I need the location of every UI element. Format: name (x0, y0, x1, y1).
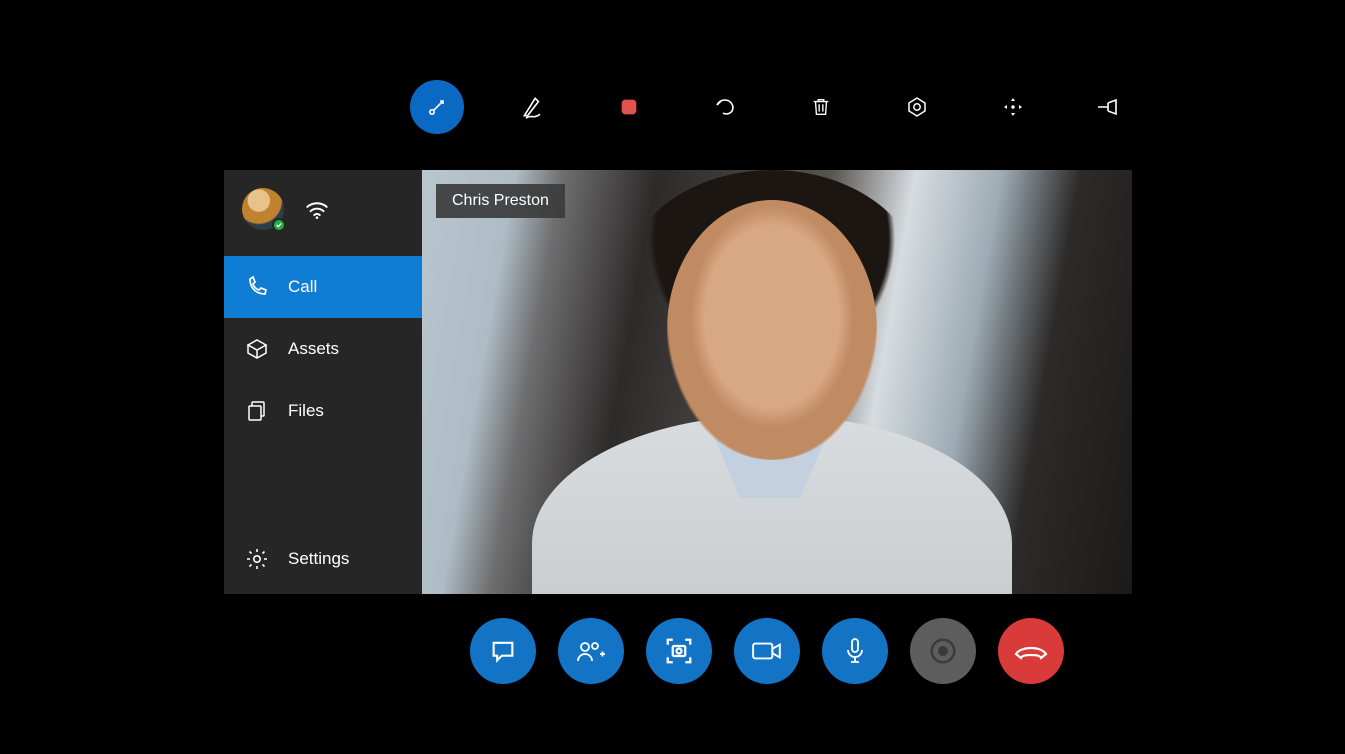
screenshot-button[interactable] (646, 618, 712, 684)
move-icon (1001, 95, 1025, 119)
sidebar-item-settings[interactable]: Settings (224, 528, 422, 590)
sidebar-item-assets[interactable]: Assets (224, 318, 422, 380)
sidebar-item-files[interactable]: Files (224, 380, 422, 442)
participant-name-tag: Chris Preston (436, 184, 565, 218)
pin-tool-button[interactable] (1082, 80, 1136, 134)
chat-button[interactable] (470, 618, 536, 684)
pointer-tool-button[interactable] (410, 80, 464, 134)
lens-tool-button[interactable] (890, 80, 944, 134)
gear-icon (244, 546, 270, 572)
avatar[interactable] (242, 188, 284, 230)
pointer-tool-icon (425, 95, 449, 119)
delete-tool-button[interactable] (794, 80, 848, 134)
sidebar-item-label: Call (288, 277, 317, 297)
remote-video-placeholder (422, 170, 1132, 594)
sidebar-header (224, 170, 422, 256)
annotation-toolbar (410, 80, 1136, 134)
wifi-icon (304, 198, 330, 220)
sidebar-item-label: Assets (288, 339, 339, 359)
video-feed: Chris Preston (422, 170, 1132, 594)
undo-icon (713, 95, 737, 119)
pin-icon (1096, 97, 1122, 117)
move-tool-button[interactable] (986, 80, 1040, 134)
sidebar-item-label: Settings (288, 549, 349, 569)
circle-dot-icon (928, 636, 958, 666)
pen-tool-button[interactable] (506, 80, 560, 134)
hangup-button[interactable] (998, 618, 1064, 684)
lens-icon (905, 95, 929, 119)
trash-icon (810, 95, 832, 119)
add-person-icon (575, 637, 607, 665)
sidebar: Call Assets Files (224, 170, 422, 594)
chat-icon (488, 637, 518, 665)
mic-button[interactable] (822, 618, 888, 684)
record-button[interactable] (910, 618, 976, 684)
presence-online-icon (272, 218, 286, 232)
hangup-icon (1013, 641, 1049, 661)
sidebar-item-label: Files (288, 401, 324, 421)
phone-icon (244, 274, 270, 300)
participant-name: Chris Preston (452, 192, 549, 209)
video-icon (751, 639, 783, 663)
video-button[interactable] (734, 618, 800, 684)
undo-tool-button[interactable] (698, 80, 752, 134)
camera-frame-icon (664, 636, 694, 666)
files-icon (244, 398, 270, 424)
record-tool-button[interactable] (602, 80, 656, 134)
call-controls (470, 618, 1064, 684)
pen-tool-icon (520, 94, 546, 120)
record-icon (618, 96, 640, 118)
box-icon (244, 336, 270, 362)
sidebar-item-call[interactable]: Call (224, 256, 422, 318)
add-person-button[interactable] (558, 618, 624, 684)
mic-icon (843, 636, 867, 666)
